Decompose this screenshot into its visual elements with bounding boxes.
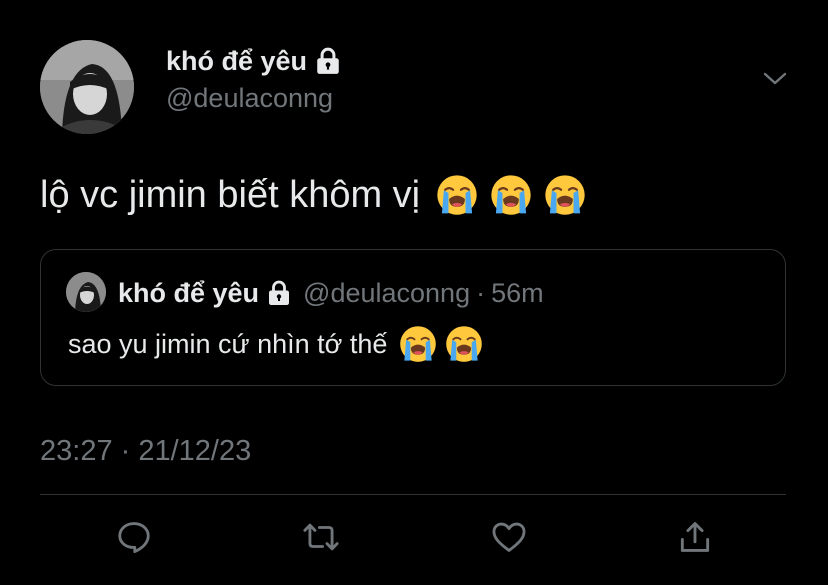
retweet-button[interactable]: [302, 518, 340, 556]
author-row: khó để yêu: [166, 44, 341, 78]
quoted-tweet-text-content: sao yu jimin cứ nhìn tớ thế: [68, 328, 388, 359]
quoted-display-name: khó để yêu: [118, 277, 260, 308]
retweet-icon: [303, 523, 339, 551]
avatar[interactable]: [40, 40, 134, 134]
loudly-crying-face-icon: [399, 325, 437, 363]
reply-icon: [118, 522, 150, 553]
reply-button[interactable]: [115, 518, 153, 556]
quoted-time: 56m: [491, 277, 544, 308]
tweet-text-content: lộ vc jimin biết khôm vị: [40, 173, 421, 216]
quoted-avatar: [66, 272, 106, 312]
heart-icon: [492, 522, 526, 552]
separator-dot: ·: [476, 277, 486, 308]
quoted-handle: @deulaconng: [303, 277, 471, 308]
loudly-crying-face-icon: [445, 325, 483, 363]
tweet-timestamp[interactable]: 23:27 · 21/12/23: [40, 435, 251, 468]
quoted-tweet-text: sao yu jimin cứ nhìn tớ thế: [68, 322, 483, 366]
avatar-photo: [40, 40, 134, 134]
chevron-down-icon[interactable]: [762, 68, 788, 88]
lock-icon: [267, 280, 291, 306]
share-icon: [680, 522, 710, 552]
share-button[interactable]: [676, 518, 714, 556]
loudly-crying-face-icon: [544, 174, 586, 216]
loudly-crying-face-icon: [436, 174, 478, 216]
lock-icon: [315, 47, 341, 75]
quoted-avatar-photo: [66, 272, 106, 312]
tweet-text: lộ vc jimin biết khôm vị: [40, 170, 586, 220]
like-button[interactable]: [490, 518, 528, 556]
author-display-name[interactable]: khó để yêu: [166, 46, 307, 77]
loudly-crying-face-icon: [490, 174, 532, 216]
quoted-author-row: khó để yêu @deulaconng · 56m: [118, 276, 544, 310]
author-handle[interactable]: @deulaconng: [166, 83, 333, 114]
divider: [40, 494, 786, 495]
